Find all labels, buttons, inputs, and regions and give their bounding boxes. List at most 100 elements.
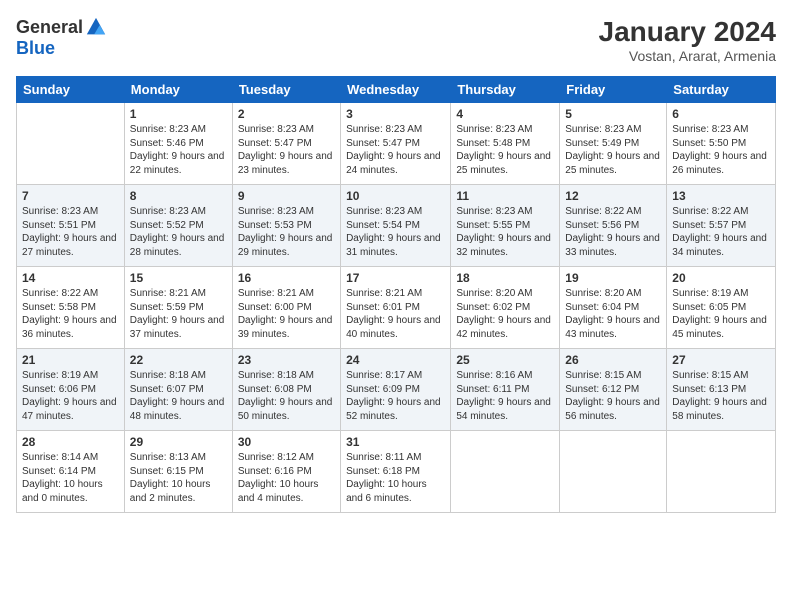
daylight-text: Daylight: 9 hours and 54 minutes. [456,397,551,422]
col-sunday: Sunday [17,77,125,103]
daylight-text: Daylight: 9 hours and 32 minutes. [456,233,551,258]
table-row: 31Sunrise: 8:11 AMSunset: 6:18 PMDayligh… [341,431,451,513]
table-row: 22Sunrise: 8:18 AMSunset: 6:07 PMDayligh… [124,349,232,431]
sunrise-text: Sunrise: 8:11 AM [346,452,421,463]
sunrise-text: Sunrise: 8:23 AM [130,124,206,135]
day-number: 6 [672,107,770,121]
logo-icon [85,16,107,38]
day-number: 22 [130,353,227,367]
table-row: 5Sunrise: 8:23 AMSunset: 5:49 PMDaylight… [560,103,667,185]
day-number: 17 [346,271,445,285]
sunrise-text: Sunrise: 8:23 AM [22,206,98,217]
daylight-text: Daylight: 9 hours and 39 minutes. [238,315,333,340]
sunset-text: Sunset: 5:49 PM [565,138,639,149]
day-number: 11 [456,189,554,203]
day-info: Sunrise: 8:19 AMSunset: 6:05 PMDaylight:… [672,287,770,341]
calendar-table: Sunday Monday Tuesday Wednesday Thursday… [16,76,776,513]
day-number: 10 [346,189,445,203]
day-info: Sunrise: 8:23 AMSunset: 5:52 PMDaylight:… [130,205,227,259]
day-info: Sunrise: 8:18 AMSunset: 6:08 PMDaylight:… [238,369,335,423]
day-info: Sunrise: 8:23 AMSunset: 5:55 PMDaylight:… [456,205,554,259]
table-row [667,431,776,513]
day-info: Sunrise: 8:20 AMSunset: 6:02 PMDaylight:… [456,287,554,341]
day-info: Sunrise: 8:22 AMSunset: 5:56 PMDaylight:… [565,205,661,259]
sunset-text: Sunset: 5:54 PM [346,220,420,231]
sunrise-text: Sunrise: 8:22 AM [565,206,641,217]
col-friday: Friday [560,77,667,103]
sunrise-text: Sunrise: 8:13 AM [130,452,206,463]
table-row: 30Sunrise: 8:12 AMSunset: 6:16 PMDayligh… [232,431,340,513]
sunset-text: Sunset: 5:57 PM [672,220,746,231]
sunrise-text: Sunrise: 8:20 AM [456,288,532,299]
day-info: Sunrise: 8:22 AMSunset: 5:57 PMDaylight:… [672,205,770,259]
table-row: 11 Sunrise: 8:23 AMSunset: 5:55 PMDayligh… [451,185,560,267]
table-row: 16 Sunrise: 8:21 AMSunset: 6:00 PMDayligh… [232,267,340,349]
day-number: 2 [238,107,335,121]
day-number: 26 [565,353,661,367]
table-row: 3Sunrise: 8:23 AMSunset: 5:47 PMDaylight… [341,103,451,185]
month-year: January 2024 [599,16,776,48]
day-info: Sunrise: 8:23 AMSunset: 5:50 PMDaylight:… [672,123,770,177]
daylight-text: Daylight: 9 hours and 28 minutes. [130,233,225,258]
day-number: 19 [565,271,661,285]
day-info: Sunrise: 8:23 AMSunset: 5:48 PMDaylight:… [456,123,554,177]
day-number: 12 [565,189,661,203]
day-info: Sunrise: 8:21 AMSunset: 5:59 PMDaylight:… [130,287,227,341]
day-info: Sunrise: 8:23 AMSunset: 5:53 PMDaylight:… [238,205,335,259]
day-number: 16 [238,271,335,285]
day-number: 31 [346,435,445,449]
day-info: Sunrise: 8:16 AMSunset: 6:11 PMDaylight:… [456,369,554,423]
daylight-text: Daylight: 9 hours and 48 minutes. [130,397,225,422]
day-info: Sunrise: 8:17 AMSunset: 6:09 PMDaylight:… [346,369,445,423]
sunrise-text: Sunrise: 8:23 AM [238,124,314,135]
sunset-text: Sunset: 6:04 PM [565,302,639,313]
day-info: Sunrise: 8:23 AMSunset: 5:51 PMDaylight:… [22,205,119,259]
day-number: 5 [565,107,661,121]
daylight-text: Daylight: 9 hours and 45 minutes. [672,315,767,340]
daylight-text: Daylight: 9 hours and 33 minutes. [565,233,660,258]
daylight-text: Daylight: 9 hours and 24 minutes. [346,151,441,176]
day-info: Sunrise: 8:21 AMSunset: 6:00 PMDaylight:… [238,287,335,341]
daylight-text: Daylight: 9 hours and 27 minutes. [22,233,117,258]
sunset-text: Sunset: 5:47 PM [346,138,420,149]
sunset-text: Sunset: 5:52 PM [130,220,204,231]
header: General Blue January 2024 Vostan, Ararat… [16,16,776,64]
sunset-text: Sunset: 5:50 PM [672,138,746,149]
sunrise-text: Sunrise: 8:23 AM [565,124,641,135]
sunset-text: Sunset: 6:00 PM [238,302,312,313]
daylight-text: Daylight: 9 hours and 22 minutes. [130,151,225,176]
daylight-text: Daylight: 9 hours and 50 minutes. [238,397,333,422]
day-info: Sunrise: 8:13 AMSunset: 6:15 PMDaylight:… [130,451,227,505]
col-thursday: Thursday [451,77,560,103]
table-row: 10Sunrise: 8:23 AMSunset: 5:54 PMDayligh… [341,185,451,267]
calendar-week-row: 1 Sunrise: 8:23 AM Sunset: 5:46 PM Daylight… [17,103,776,185]
sunrise-text: Sunrise: 8:19 AM [672,288,748,299]
daylight-text: Daylight: 10 hours and 2 minutes. [130,479,211,504]
day-number: 30 [238,435,335,449]
day-number: 1 [130,107,227,121]
daylight-text: Daylight: 9 hours and 23 minutes. [238,151,333,176]
day-info: Sunrise: 8:19 AMSunset: 6:06 PMDaylight:… [22,369,119,423]
table-row [451,431,560,513]
table-row: 26Sunrise: 8:15 AMSunset: 6:12 PMDayligh… [560,349,667,431]
daylight-text: Daylight: 10 hours and 4 minutes. [238,479,319,504]
daylight-text: Daylight: 9 hours and 40 minutes. [346,315,441,340]
table-row: 4Sunrise: 8:23 AMSunset: 5:48 PMDaylight… [451,103,560,185]
day-info: Sunrise: 8:23 AMSunset: 5:47 PMDaylight:… [238,123,335,177]
day-info: Sunrise: 8:21 AMSunset: 6:01 PMDaylight:… [346,287,445,341]
daylight-text: Daylight: 9 hours and 56 minutes. [565,397,660,422]
day-number: 8 [130,189,227,203]
sunrise-text: Sunrise: 8:18 AM [130,370,206,381]
daylight-text: Daylight: 9 hours and 31 minutes. [346,233,441,258]
daylight-text: Daylight: 9 hours and 34 minutes. [672,233,767,258]
sunset-text: Sunset: 6:02 PM [456,302,530,313]
day-number: 29 [130,435,227,449]
sunset-text: Sunset: 6:08 PM [238,384,312,395]
table-row: 24Sunrise: 8:17 AMSunset: 6:09 PMDayligh… [341,349,451,431]
day-number: 25 [456,353,554,367]
day-number: 13 [672,189,770,203]
page: General Blue January 2024 Vostan, Ararat… [0,0,792,612]
sunset-text: Sunset: 5:46 PM [130,138,204,149]
sunrise-text: Sunrise: 8:23 AM [672,124,748,135]
daylight-text: Daylight: 9 hours and 43 minutes. [565,315,660,340]
